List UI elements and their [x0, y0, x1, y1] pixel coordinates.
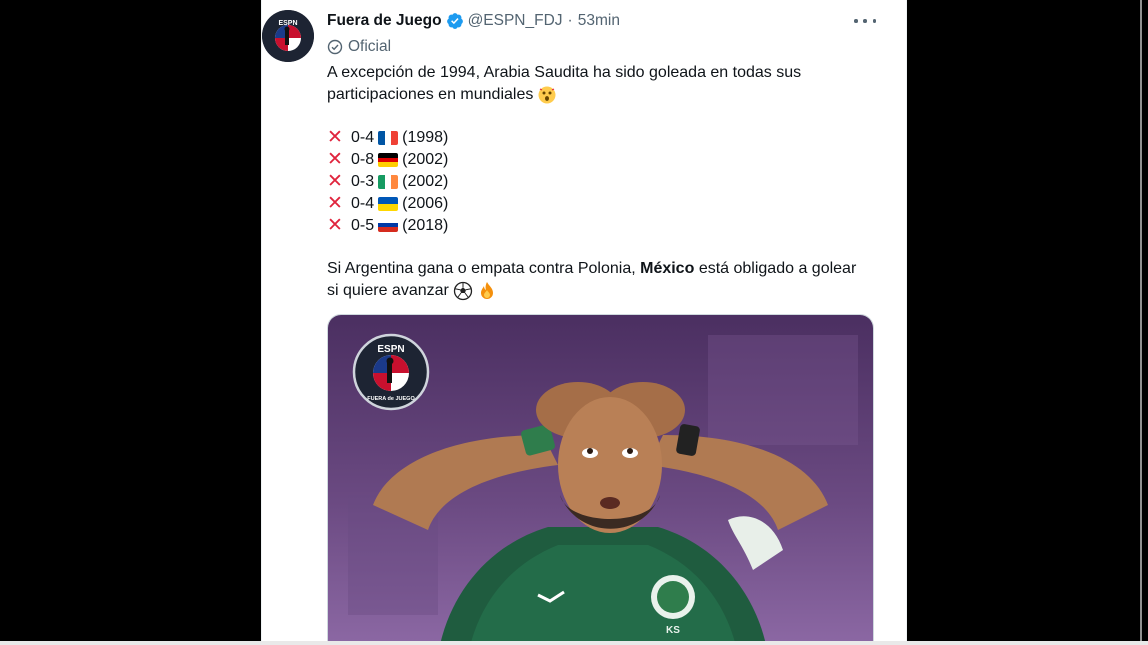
- france-flag-icon: [378, 131, 399, 146]
- timestamp[interactable]: 53min: [578, 12, 620, 30]
- cross-mark-icon: ✕: [327, 214, 343, 236]
- shirt-text: KS: [666, 625, 680, 636]
- result-year: (1998): [402, 129, 449, 147]
- intro-line-2: participaciones en mundiales: [327, 85, 534, 103]
- official-check-icon: [327, 39, 343, 55]
- result-score: 0-4: [351, 194, 375, 212]
- separator: ·: [567, 12, 573, 29]
- outro-line-2: si quiere avanzar: [327, 281, 449, 299]
- media-logo-bottom: FUERA de JUEGO: [367, 396, 415, 402]
- tweet-text: A excepción de 1994, Arabia Saudita ha s…: [327, 62, 887, 302]
- result-year: (2006): [402, 194, 449, 212]
- tweet-media-image[interactable]: KS ESPN FUERA de JUEGO: [327, 314, 874, 641]
- soccer-ball-icon: [453, 281, 472, 301]
- user-handle[interactable]: @ESPN_FDJ: [468, 12, 563, 30]
- tweet-column: ESPN Fuera de Juego @ESPN_FDJ · 53min Of…: [261, 0, 907, 641]
- result-score: 0-4: [351, 129, 375, 147]
- result-line: ✕ 0-3 (2002): [327, 171, 887, 193]
- astonished-face-icon: [538, 86, 556, 104]
- cross-mark-icon: ✕: [327, 192, 343, 214]
- result-line: ✕ 0-5 (2018): [327, 215, 887, 237]
- cross-mark-icon: ✕: [327, 170, 343, 192]
- russia-flag-icon: [378, 218, 399, 233]
- official-label: Oficial: [327, 37, 391, 57]
- outro-text-bold: México: [640, 260, 695, 278]
- outro-text-post: está obligado a golear: [698, 260, 857, 278]
- result-line: ✕ 0-8 (2002): [327, 149, 887, 171]
- ireland-flag-icon: [378, 174, 399, 189]
- display-name[interactable]: Fuera de Juego: [327, 12, 442, 30]
- result-year: (2002): [402, 172, 449, 190]
- germany-flag-icon: [378, 153, 399, 168]
- avatar[interactable]: ESPN: [262, 10, 314, 62]
- cross-mark-icon: ✕: [327, 149, 343, 171]
- result-year: (2018): [402, 216, 449, 234]
- bottom-strip: [0, 641, 1148, 645]
- intro-line-1: A excepción de 1994, Arabia Saudita ha s…: [327, 64, 802, 81]
- more-icon[interactable]: [854, 12, 876, 30]
- cross-mark-icon: ✕: [327, 127, 343, 149]
- verified-badge-icon: [446, 13, 463, 29]
- tweet-header: Fuera de Juego @ESPN_FDJ · 53min: [327, 11, 620, 31]
- result-score: 0-3: [351, 172, 375, 190]
- ukraine-flag-icon: [378, 196, 399, 211]
- fire-icon: [480, 281, 493, 299]
- official-label-text: Oficial: [348, 38, 392, 55]
- media-logo-top: ESPN: [377, 344, 404, 355]
- scrollbar[interactable]: [1140, 0, 1142, 641]
- result-score: 0-5: [351, 216, 375, 234]
- result-year: (2002): [402, 151, 449, 169]
- result-line: ✕ 0-4 (1998): [327, 127, 887, 149]
- outro-text-pre: Si Argentina gana o empata contra Poloni…: [327, 260, 636, 278]
- result-line: ✕ 0-4 (2006): [327, 193, 887, 215]
- result-score: 0-8: [351, 151, 375, 169]
